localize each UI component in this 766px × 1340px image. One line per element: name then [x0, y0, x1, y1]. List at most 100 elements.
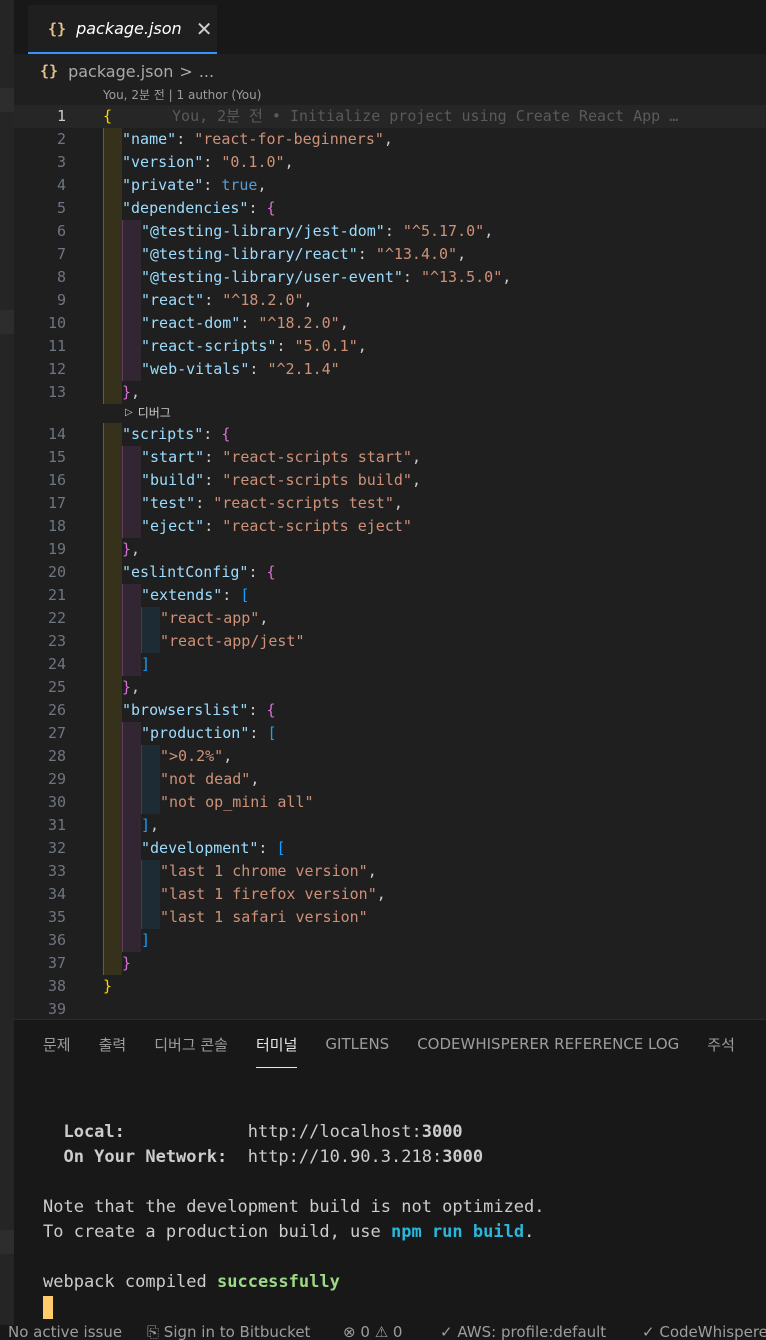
line-number[interactable]: 37 [14, 952, 66, 975]
code-line[interactable]: 16 "build": "react-scripts build", [14, 469, 766, 492]
panel-tab[interactable]: 디버그 콘솔 [154, 1020, 228, 1068]
panel-tab[interactable]: 출력 [99, 1020, 127, 1068]
code-line[interactable]: 34 "last 1 firefox version", [14, 883, 766, 906]
panel-tab[interactable]: CODEWHISPERER REFERENCE LOG [417, 1020, 679, 1068]
line-number[interactable]: 29 [14, 768, 66, 791]
code-line[interactable]: 7 "@testing-library/react": "^13.4.0", [14, 243, 766, 266]
status-bitbucket[interactable]: ⎘ Sign in to Bitbucket [147, 1325, 310, 1340]
code-line[interactable]: 9 "react": "^18.2.0", [14, 289, 766, 312]
line-number[interactable]: 22 [14, 607, 66, 630]
code-token: : [176, 130, 195, 148]
code-line[interactable]: 30 "not op_mini all" [14, 791, 766, 814]
line-number[interactable]: 3 [14, 151, 66, 174]
gitlens-codelens[interactable]: You, 2분 전 | 1 author (You) [103, 86, 261, 103]
code-line[interactable]: 24] [14, 653, 766, 676]
code-line[interactable]: 17 "test": "react-scripts test", [14, 492, 766, 515]
code-line[interactable]: 1 {You, 2분 전 • Initialize project using C… [14, 105, 766, 128]
code-line[interactable]: 23 "react-app/jest" [14, 630, 766, 653]
line-number[interactable]: 12 [14, 358, 66, 381]
code-line[interactable]: 14 "scripts": { [14, 423, 766, 446]
code-line[interactable]: 20 "eslintConfig": { [14, 561, 766, 584]
line-number[interactable]: 16 [14, 469, 66, 492]
code-token: "not dead" [160, 770, 251, 788]
line-number[interactable]: 4 [14, 174, 66, 197]
line-number[interactable]: 19 [14, 538, 66, 561]
code-line[interactable]: 11 "react-scripts": "5.0.1", [14, 335, 766, 358]
line-number[interactable]: 25 [14, 676, 66, 699]
code-line[interactable]: 36] [14, 929, 766, 952]
panel-tab[interactable]: 주석 [707, 1020, 735, 1068]
panel-tab[interactable]: 터미널 [256, 1020, 298, 1068]
line-number[interactable]: 13 [14, 381, 66, 404]
code-line[interactable]: 8 "@testing-library/user-event": "^13.5.0… [14, 266, 766, 289]
code-line[interactable]: 10 "react-dom": "^18.2.0", [14, 312, 766, 335]
code-line[interactable]: 5 "dependencies": { [14, 197, 766, 220]
code-line[interactable]: 15 "start": "react-scripts start", [14, 446, 766, 469]
terminal-output[interactable]: Local: http://localhost:3000 On Your Net… [43, 1120, 545, 1320]
line-number[interactable]: 36 [14, 929, 66, 952]
tab-package-json[interactable]: {} package.json ✕ [28, 5, 217, 54]
status-problems[interactable]: ⊗ 0 ⚠ 0 [343, 1325, 402, 1340]
code-line[interactable]: 28 ">0.2%", [14, 745, 766, 768]
line-number[interactable]: 11 [14, 335, 66, 358]
code-line[interactable]: 3 "version": "0.1.0", [14, 151, 766, 174]
code-line[interactable]: 12 "web-vitals": "^2.1.4" [14, 358, 766, 381]
line-number[interactable]: 24 [14, 653, 66, 676]
line-number[interactable]: 33 [14, 860, 66, 883]
code-line[interactable]: 37} [14, 952, 766, 975]
line-number[interactable]: 2 [14, 128, 66, 151]
code-line[interactable]: 22 "react-app", [14, 607, 766, 630]
close-icon[interactable]: ✕ [196, 19, 213, 39]
line-number[interactable]: 9 [14, 289, 66, 312]
code-line[interactable]: 29 "not dead", [14, 768, 766, 791]
line-number[interactable]: 35 [14, 906, 66, 929]
line-number[interactable]: 8 [14, 266, 66, 289]
line-number[interactable]: 7 [14, 243, 66, 266]
line-number[interactable]: 20 [14, 561, 66, 584]
code-line[interactable]: 35 "last 1 safari version" [14, 906, 766, 929]
line-number[interactable]: 28 [14, 745, 66, 768]
line-number[interactable]: 31 [14, 814, 66, 837]
code-line[interactable]: 38} [14, 975, 766, 998]
code-line[interactable]: 32 "development": [ [14, 837, 766, 860]
line-number[interactable]: 17 [14, 492, 66, 515]
line-number[interactable]: 14 [14, 423, 66, 446]
line-number[interactable]: 27 [14, 722, 66, 745]
panel-tab[interactable]: GITLENS [325, 1020, 389, 1068]
code-line[interactable]: 19}, [14, 538, 766, 561]
line-number[interactable]: 6 [14, 220, 66, 243]
breadcrumb-file[interactable]: package.json [68, 62, 173, 81]
line-number[interactable]: 32 [14, 837, 66, 860]
code-line[interactable]: 2 "name": "react-for-beginners", [14, 128, 766, 151]
code-line[interactable]: 4 "private": true, [14, 174, 766, 197]
status-codewhisperer[interactable]: ✓ CodeWhisperer [642, 1325, 766, 1340]
code-line[interactable]: 25}, [14, 676, 766, 699]
code-token: "react" [141, 291, 205, 309]
line-number[interactable]: 5 [14, 197, 66, 220]
line-number[interactable]: 39 [14, 998, 66, 1021]
code-line[interactable]: 39 [14, 998, 766, 1021]
code-line[interactable]: 21 "extends": [ [14, 584, 766, 607]
code-line[interactable]: 31], [14, 814, 766, 837]
code-line[interactable]: 18 "eject": "react-scripts eject" [14, 515, 766, 538]
line-number[interactable]: 30 [14, 791, 66, 814]
line-number[interactable]: 1 [14, 105, 66, 128]
line-number[interactable]: 18 [14, 515, 66, 538]
line-number[interactable]: 10 [14, 312, 66, 335]
status-aws[interactable]: ✓ AWS: profile:default [440, 1325, 606, 1340]
code-line[interactable]: 6 "@testing-library/jest-dom": "^5.17.0", [14, 220, 766, 243]
panel-tab[interactable]: 문제 [43, 1020, 71, 1068]
line-number[interactable]: 21 [14, 584, 66, 607]
line-number[interactable]: 23 [14, 630, 66, 653]
line-number[interactable]: 26 [14, 699, 66, 722]
line-number[interactable]: 38 [14, 975, 66, 998]
debug-codelens[interactable]: ▷ 디버그 [125, 401, 171, 424]
line-number[interactable]: 34 [14, 883, 66, 906]
code-line[interactable]: 33 "last 1 chrome version", [14, 860, 766, 883]
breadcrumb-more[interactable]: ... [199, 62, 214, 81]
code-line[interactable]: 26 "browserslist": { [14, 699, 766, 722]
line-number[interactable]: 15 [14, 446, 66, 469]
code-line[interactable]: 27 "production": [ [14, 722, 766, 745]
code-editor[interactable]: 1 {You, 2분 전 • Initialize project using C… [14, 104, 766, 1019]
status-no-active-issue[interactable]: No active issue [8, 1325, 122, 1340]
